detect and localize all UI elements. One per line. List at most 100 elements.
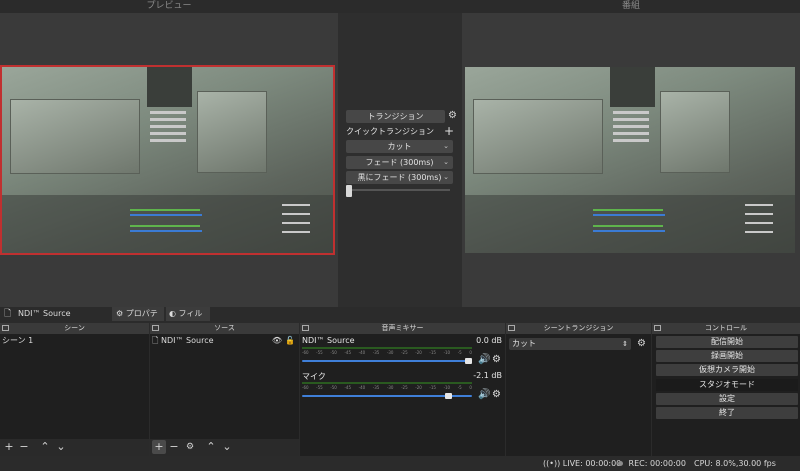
program-canvas <box>465 67 795 253</box>
meter-ticks: -60 -55 -50 -45 -40 -35 -30 -25 -20 -15 -10 -5 0 <box>302 385 472 390</box>
scene-item[interactable]: シーン 1 <box>0 335 149 346</box>
scene-transitions-header: シーントランジション <box>506 323 651 334</box>
add-quick-transition-plus-icon[interactable]: + <box>444 125 454 137</box>
source-toolbar: 🗋 NDI™ Source ⚙ プロパティ ◐ フィルタ <box>0 307 800 332</box>
move-up-chevron-icon[interactable]: ⌃ <box>204 440 218 454</box>
source-properties-gear-icon[interactable]: ⚙ <box>183 440 197 454</box>
quick-transition-fade-black[interactable]: 黒にフェード (300ms) ⌄ <box>346 171 453 184</box>
chevron-down-icon: ⌄ <box>443 142 449 150</box>
undock-icon[interactable] <box>508 325 515 331</box>
undock-icon[interactable] <box>2 325 9 331</box>
program-pane <box>462 13 800 307</box>
mixer-dock-header: 音声ミキサー <box>300 323 505 334</box>
sources-dock: ソース 🗋 NDI™ Source 👁 🔓 + − ⚙ ⌃ ⌄ <box>150 323 299 456</box>
sources-dock-title: ソース <box>214 324 235 332</box>
meter-ticks: -60 -55 -50 -45 -40 -35 -30 -25 -20 -15 -10 -5 0 <box>302 350 472 355</box>
source-doc-icon: 🗋 <box>152 336 159 345</box>
gear-icon: ⚙ <box>116 309 124 318</box>
scene-transitions-title: シーントランジション <box>543 324 614 332</box>
channel-name: NDI™ Source <box>302 336 355 345</box>
add-source-plus-icon[interactable]: + <box>152 440 166 454</box>
settings-button[interactable]: 設定 <box>656 393 798 405</box>
start-streaming-button[interactable]: 配信開始 <box>656 336 798 348</box>
rec-time: REC: 00:00:00 <box>628 459 686 468</box>
transition-settings-gear-icon[interactable]: ⚙ <box>448 111 457 121</box>
rec-status: REC: 00:00:00 <box>618 456 686 471</box>
sources-dock-header: ソース <box>150 323 299 334</box>
controls-dock-header: コントロール <box>652 323 800 334</box>
move-down-chevron-icon[interactable]: ⌄ <box>54 440 68 454</box>
start-recording-button[interactable]: 録画開始 <box>656 350 798 362</box>
source-item-label: NDI™ Source <box>160 336 214 345</box>
quick-transition-fade-label: フェード (300ms) <box>365 158 434 167</box>
live-status: ((•)) LIVE: 00:00:00 <box>543 456 621 471</box>
mixer-dock-title: 音声ミキサー <box>381 324 424 332</box>
controls-dock-title: コントロール <box>705 324 747 332</box>
undock-icon[interactable] <box>152 325 159 331</box>
visibility-eye-icon[interactable]: 👁 <box>272 335 282 346</box>
status-bar: ((•)) LIVE: 00:00:00 REC: 00:00:00 CPU: … <box>0 456 800 471</box>
move-up-chevron-icon[interactable]: ⌃ <box>38 440 52 454</box>
properties-button[interactable]: ⚙ プロパティ <box>112 307 164 332</box>
quick-transition-cut[interactable]: カット ⌄ <box>346 140 453 153</box>
preview-label: プレビュー <box>146 1 192 11</box>
filters-button[interactable]: ◐ フィルタ <box>166 307 210 332</box>
remove-source-minus-icon[interactable]: − <box>167 440 181 454</box>
undock-icon[interactable] <box>654 325 661 331</box>
mixer-channel: NDI™ Source 0.0 dB -60 -55 -50 -45 -40 -35 -30… <box>302 336 502 376</box>
start-virtual-camera-button[interactable]: 仮想カメラ開始 <box>656 364 798 376</box>
selected-source-name: NDI™ Source <box>18 309 71 318</box>
channel-db: 0.0 dB <box>476 336 502 345</box>
controls-dock: コントロール 配信開始 録画開始 仮想カメラ開始 スタジオモード 設定 終了 <box>652 323 800 456</box>
remove-scene-minus-icon[interactable]: − <box>17 440 31 454</box>
chevron-down-icon: ⌄ <box>443 158 449 166</box>
scene-item-label: シーン 1 <box>2 336 34 345</box>
source-doc-icon: 🗋 <box>4 309 12 319</box>
speaker-icon[interactable]: 🔊 <box>478 354 490 365</box>
scenes-dock: シーン シーン 1 + − ⌃ ⌄ <box>0 323 149 456</box>
lock-icon[interactable]: 🔓 <box>285 335 295 346</box>
quick-transition-fade[interactable]: フェード (300ms) ⌄ <box>346 156 453 169</box>
volume-slider[interactable] <box>302 360 472 362</box>
scenes-dock-title: シーン <box>64 324 85 332</box>
studio-mode-button[interactable]: スタジオモード <box>656 379 798 391</box>
transition-button[interactable]: トランジション <box>346 110 445 123</box>
audio-mixer-dock: 音声ミキサー NDI™ Source 0.0 dB -60 -55 -50 -45 -4… <box>300 323 505 456</box>
program-label: 番組 <box>621 1 640 11</box>
volume-slider-handle[interactable] <box>465 358 472 364</box>
chevron-down-icon: ⌄ <box>443 173 449 181</box>
chevron-updown-icon: ⇕ <box>622 340 628 348</box>
exit-button[interactable]: 終了 <box>656 407 798 419</box>
volume-slider-handle[interactable] <box>445 393 452 399</box>
channel-gear-icon[interactable]: ⚙ <box>492 354 501 365</box>
live-time: LIVE: 00:00:00 <box>562 459 622 468</box>
quick-transition-fade-black-label: 黒にフェード (300ms) <box>357 173 442 182</box>
undock-icon[interactable] <box>302 325 309 331</box>
cpu-fps: CPU: 8.0%,30.00 fps <box>694 459 776 468</box>
level-meter <box>302 347 472 349</box>
transition-select[interactable]: カット ⇕ <box>509 338 631 350</box>
tbar-handle[interactable] <box>346 185 352 197</box>
rec-dot-icon <box>618 461 623 466</box>
sources-footer: + − ⚙ ⌃ ⌄ <box>150 439 299 456</box>
transition-properties-gear-icon[interactable]: ⚙ <box>637 339 646 349</box>
source-item[interactable]: 🗋 NDI™ Source 👁 🔓 <box>150 335 299 346</box>
scenes-footer: + − ⌃ ⌄ <box>0 439 149 456</box>
channel-db: -2.1 dB <box>473 371 502 380</box>
transition-select-value: カット <box>512 339 536 348</box>
preview-canvas[interactable] <box>0 65 335 255</box>
filter-icon: ◐ <box>169 309 176 318</box>
broadcast-icon: ((•)) <box>543 459 561 468</box>
speaker-icon[interactable]: 🔊 <box>478 389 490 400</box>
tbar-track[interactable] <box>346 189 450 191</box>
move-down-chevron-icon[interactable]: ⌄ <box>220 440 234 454</box>
level-meter <box>302 382 472 384</box>
channel-gear-icon[interactable]: ⚙ <box>492 389 501 400</box>
channel-name: マイク <box>302 372 326 381</box>
scene-transitions-dock: シーントランジション カット ⇕ ⚙ <box>506 323 651 456</box>
quick-transition-cut-label: カット <box>387 142 412 151</box>
add-scene-plus-icon[interactable]: + <box>2 440 16 454</box>
mixer-channel: マイク -2.1 dB -60 -55 -50 -45 -40 -35 -30 -25 -20-… <box>302 371 502 411</box>
scenes-dock-header: シーン <box>0 323 149 334</box>
preview-pane[interactable] <box>0 13 338 307</box>
